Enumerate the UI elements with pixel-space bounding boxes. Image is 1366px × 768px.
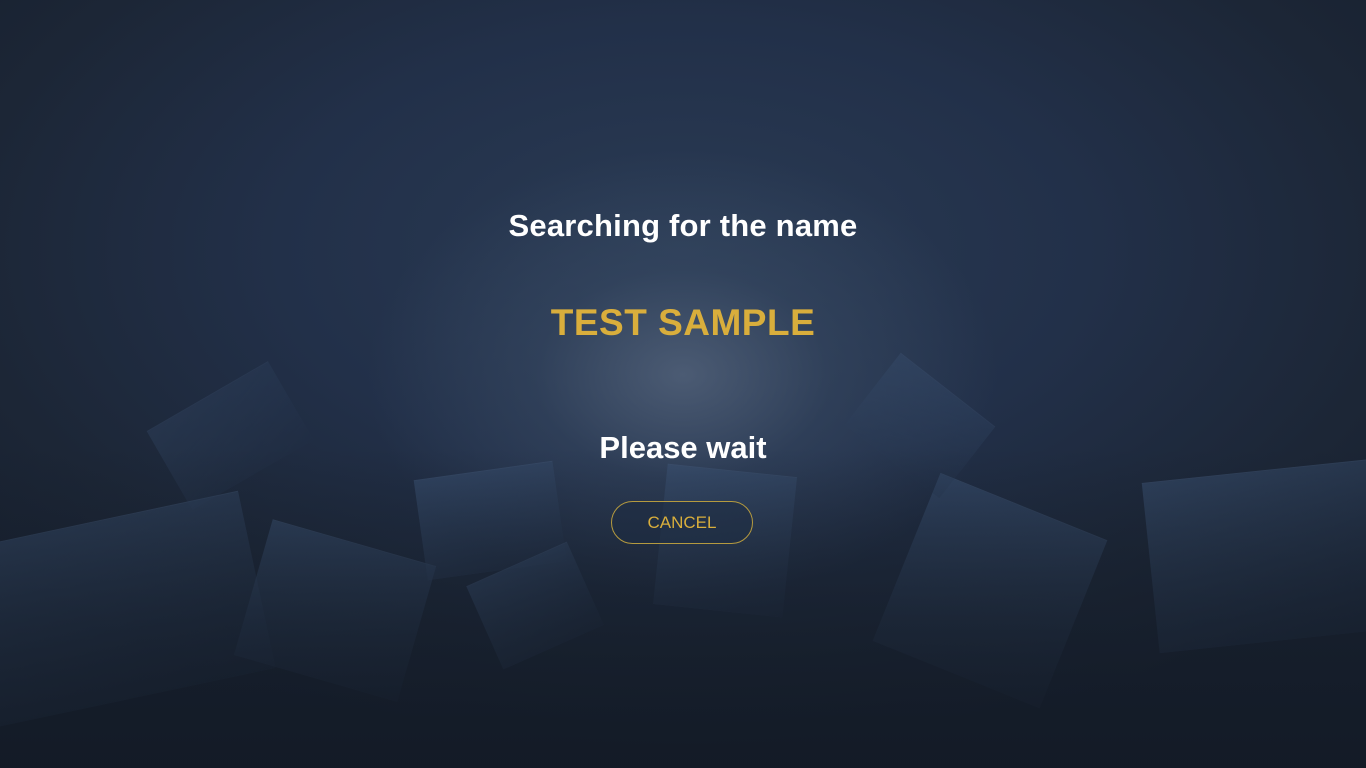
- dialog-heading: Searching for the name: [508, 208, 858, 243]
- search-dialog: Searching for the name TEST SAMPLE Pleas…: [0, 0, 1366, 768]
- cancel-button[interactable]: CANCEL: [611, 501, 753, 544]
- search-name: TEST SAMPLE: [550, 302, 816, 343]
- status-text: Please wait: [599, 430, 767, 465]
